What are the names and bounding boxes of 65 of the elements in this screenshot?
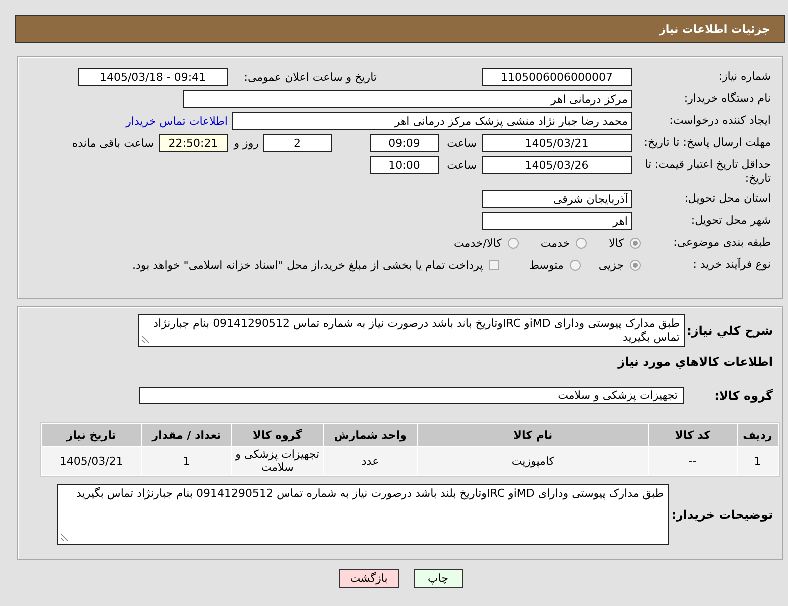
countdown-field: 22:50:21 (159, 134, 228, 152)
value-field[interactable]: 10:00 (370, 156, 439, 174)
description-field[interactable]: طبق مدارک پیوستی ودارای iMDو IRCوتاریخ باند باشد درصورت نیاز به شماره تماس 09141290512 بنام جبارنژاد تماس بگیرید (138, 314, 685, 347)
table-cell: 1 (738, 447, 778, 475)
radio-label: کالا (609, 236, 624, 250)
notes-field[interactable]: طبق مدارک پیوستی ودارای iMDو IRCوتاریخ بلند باشد درصورت نیاز به شماره تماس 09141290512 بنام جبارنژاد تماس بگیرید (57, 484, 669, 545)
field-label: استان محل تحویل: (684, 191, 771, 206)
field-label: ساعت (446, 158, 477, 172)
column-header: تعداد / مقدار (142, 424, 232, 446)
contact-link[interactable]: اطلاعات تماس خریدار (126, 114, 228, 128)
page-title: جزئیات اطلاعات نیاز (660, 22, 770, 36)
value-field[interactable]: 09:09 (370, 134, 439, 152)
radio-button[interactable] (630, 260, 641, 270)
value-field[interactable]: آذربایجان شرقی (482, 190, 632, 208)
field-label: حداقل تاریخ اعتبار قیمت: تا تاریخ: (644, 157, 771, 186)
field-label: ایجاد کننده درخواست: (668, 113, 771, 128)
value-field[interactable]: محمد رضا جبار نژاد منشی پزشک مرکز درمانی اهر (232, 112, 632, 130)
field-label: ساعت باقی مانده (72, 136, 154, 150)
table-cell: 1405/03/21 (42, 447, 142, 475)
field-label: گروه کالا: (717, 388, 773, 402)
column-header: نام کالا (418, 424, 648, 446)
table-cell: عدد (324, 447, 418, 475)
column-header: ردیف (738, 424, 778, 446)
value-field[interactable]: تجهیزات پزشکی و سلامت (139, 387, 684, 404)
field-label: نوع فرآیند خرید : (692, 256, 771, 272)
field-label: تاریخ و ساعت اعلان عمومی: (243, 70, 377, 84)
field-label: نام دستگاه خریدار: (683, 91, 771, 106)
column-header: گروه کالا (232, 424, 323, 446)
radio-label: جزیی (598, 258, 624, 272)
value-field[interactable]: 1405/03/26 (482, 156, 632, 174)
radio-label: متوسط (529, 258, 564, 272)
radio-label: کالا/خدمت (454, 236, 502, 250)
table-cell: تجهیزات پزشکی و سلامت (232, 447, 323, 475)
radio-label: خدمت (540, 236, 570, 250)
column-header: تاریخ نیاز (42, 424, 142, 446)
column-header: واحد شمارش (324, 424, 418, 446)
value-field[interactable]: اهر (482, 212, 632, 230)
column-header: کد کالا (649, 424, 737, 446)
radio-button[interactable] (508, 238, 519, 248)
radio-button[interactable] (576, 238, 588, 248)
value-field[interactable]: 1105006006000007 (482, 68, 632, 86)
resize-grip-icon[interactable] (60, 533, 69, 542)
value-field[interactable]: 2 (263, 134, 332, 152)
section-heading: اطلاعات کالاهاي مورد نياز (616, 355, 773, 369)
field-label: شهر محل تحویل: (690, 213, 771, 228)
checkbox[interactable] (489, 260, 500, 270)
field-label: توضیحات خریدار: (670, 508, 773, 522)
field-label: شرح کلي نياز: (686, 324, 773, 338)
radio-button[interactable] (570, 260, 581, 270)
table-cell: کامپوزیت (418, 447, 648, 475)
value-field[interactable]: مرکز درمانی اهر (183, 90, 632, 108)
print-button[interactable]: چاپ (414, 569, 463, 588)
radio-button[interactable] (630, 238, 641, 248)
field-label: روز و (236, 136, 259, 150)
value-field[interactable]: 1405/03/18 - 09:41 (78, 68, 228, 86)
table-cell: -- (649, 447, 737, 475)
back-button[interactable]: بازگشت (339, 569, 399, 588)
value-field[interactable]: 1405/03/21 (482, 134, 632, 152)
field-label: مهلت ارسال پاسخ: تا تاریخ: (643, 135, 771, 150)
resize-grip-icon[interactable] (141, 335, 150, 344)
field-label: ساعت (446, 136, 477, 150)
table-cell: 1 (142, 447, 232, 475)
checkbox-label: پرداخت تمام یا بخشی از مبلغ خرید،از محل "اسناد خزانه اسلامی" خواهد بود. (132, 258, 484, 272)
field-label: شماره نیاز: (718, 69, 771, 84)
field-label: طبقه بندی موضوعی: (672, 235, 771, 250)
